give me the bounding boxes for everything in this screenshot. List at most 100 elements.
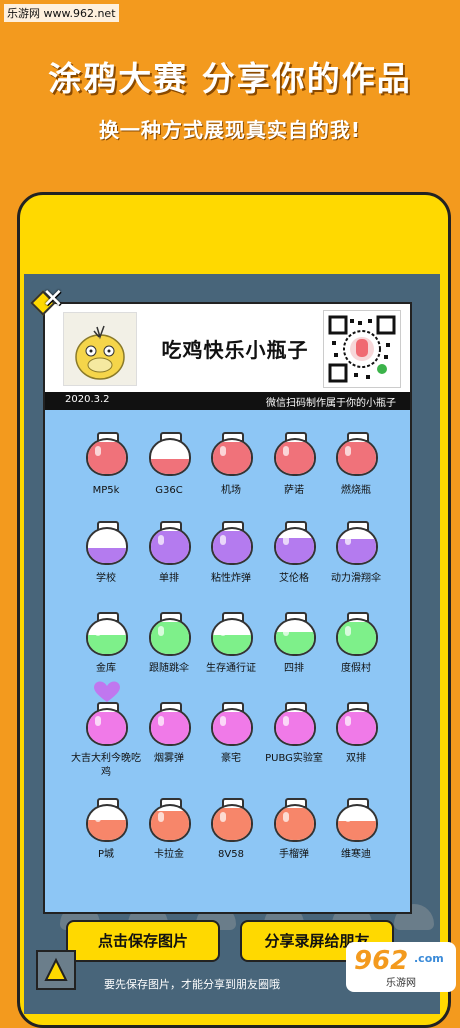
bottle-item[interactable] — [209, 432, 253, 476]
bottle-item[interactable] — [272, 798, 316, 842]
bottle-item[interactable] — [334, 702, 378, 746]
bottle-body — [211, 708, 253, 746]
bottle-item[interactable] — [209, 798, 253, 842]
bottle-item[interactable] — [272, 612, 316, 656]
bottle-shine — [283, 535, 289, 545]
bottle-item[interactable] — [272, 521, 316, 565]
bottle-shine — [283, 716, 289, 726]
bottle-fill — [276, 631, 314, 654]
bottle-label: 8V58 — [218, 849, 244, 860]
bottle-body — [336, 618, 378, 656]
bottle-shine — [345, 626, 351, 636]
bottle-body — [336, 804, 378, 842]
bottle-item[interactable] — [84, 702, 128, 746]
bottle-label: P城 — [97, 849, 115, 860]
bottle-fill — [276, 441, 314, 474]
bottle-label: 动力滑翔伞 — [331, 573, 381, 584]
bottle-label: 单排 — [159, 573, 179, 584]
paint-icon[interactable] — [36, 950, 76, 990]
bottle-body — [149, 804, 191, 842]
bottle-fill — [213, 635, 251, 654]
bottle-fill — [276, 807, 314, 840]
bottle-fill — [213, 711, 251, 744]
bottle-item[interactable] — [209, 612, 253, 656]
bottle-item[interactable] — [147, 612, 191, 656]
bottle-item[interactable] — [84, 521, 128, 565]
bottle-fill — [338, 621, 376, 654]
bottle-fill — [338, 539, 376, 563]
card-date: 2020.3.2 — [65, 394, 110, 405]
bottle-fill — [151, 458, 189, 474]
bottle-fill — [88, 635, 126, 654]
bottle-fill — [88, 547, 126, 563]
headline: 涂鸦大赛 分享你的作品 — [48, 59, 412, 98]
bottle-body — [86, 527, 128, 565]
card-title: 吃鸡快乐小瓶子 — [161, 338, 309, 362]
bottle-label: 手榴弹 — [279, 849, 309, 860]
bottle-shine — [220, 446, 226, 456]
bottle-item[interactable] — [147, 702, 191, 746]
card-header: 吃鸡快乐小瓶子 — [45, 304, 410, 392]
bottle-label: G36C — [155, 485, 183, 496]
bottle-item[interactable] — [272, 432, 316, 476]
bottle-shine — [95, 535, 101, 545]
bottle-fill — [151, 621, 189, 654]
close-icon: ✕ — [42, 284, 64, 314]
bottle-label: 粘性炸弹 — [211, 573, 251, 584]
bottle-body — [336, 438, 378, 476]
watermark-domain: .com — [414, 952, 444, 965]
bottle-body — [86, 708, 128, 746]
bottle-item[interactable] — [334, 798, 378, 842]
bottle-item[interactable] — [334, 521, 378, 565]
bottle-item[interactable] — [209, 521, 253, 565]
bottle-fill — [338, 441, 376, 474]
save-image-button[interactable]: 点击保存图片 — [66, 920, 220, 962]
bottle-shine — [220, 535, 226, 545]
card-tagline: 微信扫码制作属于你的小瓶子 — [266, 398, 396, 409]
bottle-item[interactable] — [334, 432, 378, 476]
bottle-item[interactable] — [209, 702, 253, 746]
bottle-body — [86, 618, 128, 656]
bottle-body — [211, 804, 253, 842]
bottle-body — [274, 438, 316, 476]
bottle-item[interactable] — [84, 432, 128, 476]
bottle-label: PUBG实验室 — [265, 753, 323, 764]
bottle-fill — [88, 819, 126, 840]
bottle-body — [149, 708, 191, 746]
bottle-shine — [158, 716, 164, 726]
bottle-label: 学校 — [96, 573, 116, 584]
bottle-item[interactable] — [147, 798, 191, 842]
bottle-body — [274, 804, 316, 842]
bottle-label: MP5k — [92, 485, 120, 496]
bottle-fill — [276, 711, 314, 744]
bottle-shine — [158, 446, 164, 456]
qr-code-icon[interactable] — [323, 310, 401, 388]
bottle-fill — [338, 711, 376, 744]
subline: 换一种方式展现真实自的我! — [98, 118, 362, 142]
bottle-item[interactable] — [147, 521, 191, 565]
bottle-fill — [88, 441, 126, 474]
bottle-fill — [276, 537, 314, 563]
bottle-item[interactable] — [84, 798, 128, 842]
bottle-body — [336, 708, 378, 746]
bottle-shine — [158, 626, 164, 636]
bottle-fill — [151, 530, 189, 563]
bottle-body — [211, 527, 253, 565]
bottle-shine — [345, 812, 351, 822]
bottle-shine — [220, 626, 226, 636]
watermark-number: 962 — [354, 946, 409, 976]
bottle-label: 维寒迪 — [341, 849, 371, 860]
bottle-item[interactable] — [272, 702, 316, 746]
watermark-top: 乐游网 www.962.net — [4, 4, 119, 22]
close-button[interactable]: ✕ — [30, 284, 64, 316]
bottle-label: 大吉大利今晚吃鸡 — [71, 753, 141, 778]
bottle-item[interactable] — [334, 612, 378, 656]
bottle-item[interactable] — [147, 432, 191, 476]
bottle-fill — [151, 711, 189, 744]
bottle-shine — [283, 812, 289, 822]
bottle-fill — [213, 441, 251, 474]
bottle-shine — [158, 535, 164, 545]
bottle-fill — [213, 530, 251, 563]
bottle-fill — [213, 807, 251, 840]
bottle-item[interactable] — [84, 612, 128, 656]
